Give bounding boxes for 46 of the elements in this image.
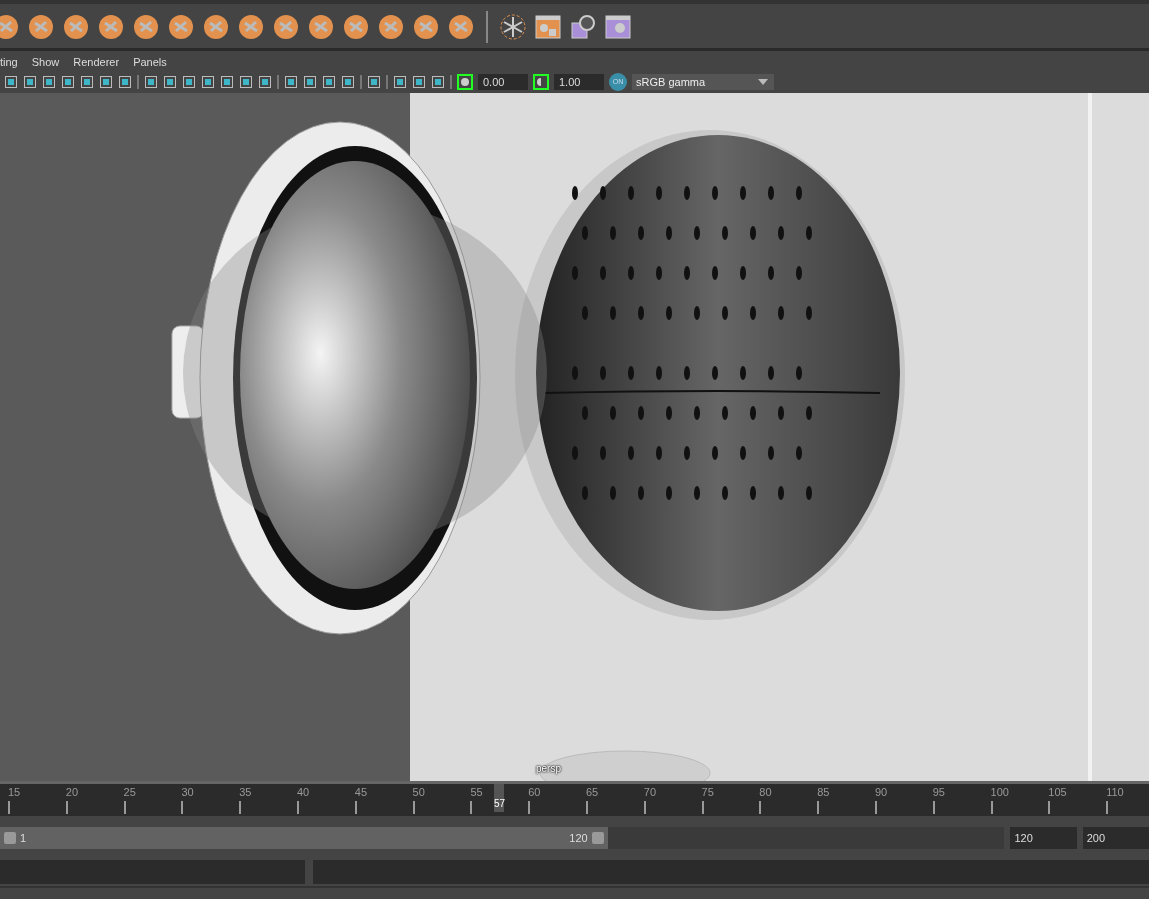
- frame-number: 40: [297, 786, 310, 798]
- frame-number: 50: [412, 786, 425, 798]
- playback-end-field[interactable]: 200: [1082, 827, 1149, 849]
- exposure-field[interactable]: 0.00: [478, 73, 528, 90]
- frame-number: 15: [8, 786, 21, 798]
- square-icon[interactable]: [341, 74, 355, 89]
- frame-number: 85: [817, 786, 830, 798]
- range-end: 120: [569, 832, 588, 844]
- slider-handle[interactable]: [591, 832, 604, 844]
- window-icon[interactable]: [604, 13, 632, 41]
- range-start: 1: [20, 832, 27, 844]
- range-slider[interactable]: 1 120: [0, 827, 1005, 849]
- gamma-field[interactable]: 1.00: [554, 73, 604, 90]
- shapes-icon[interactable]: [569, 13, 597, 41]
- frame-number: 100: [990, 786, 1009, 798]
- view-transform-dropdown[interactable]: sRGB gamma: [632, 73, 774, 90]
- frame-number: 70: [643, 786, 656, 798]
- animation-end-field[interactable]: 120: [1010, 827, 1077, 849]
- gamma-icon[interactable]: [533, 73, 549, 90]
- current-frame-marker[interactable]: 57: [494, 784, 505, 812]
- frame-number: 35: [239, 786, 252, 798]
- caret-icon: [758, 78, 768, 85]
- camera-label: persp: [536, 763, 561, 774]
- frame-number: 25: [123, 786, 136, 798]
- menu-item[interactable]: Renderer: [73, 56, 120, 68]
- frame-number: 105: [1048, 786, 1067, 798]
- menu-item[interactable]: ting: [0, 56, 18, 68]
- frame-number: 20: [65, 786, 79, 798]
- slider-handle[interactable]: [4, 832, 16, 844]
- frame-number: 110: [1106, 786, 1124, 798]
- frame-number: 65: [585, 786, 599, 798]
- frame-number: 80: [759, 786, 772, 798]
- frame-number: 95: [932, 786, 945, 798]
- frame-number: 75: [701, 786, 714, 798]
- exposure-icon[interactable]: [457, 73, 473, 90]
- menu-item[interactable]: Show: [31, 56, 60, 68]
- frame-number: 90: [874, 786, 888, 798]
- frame-number: 45: [354, 786, 368, 798]
- frame-number: 55: [470, 786, 483, 798]
- time-slider[interactable]: 15 20 25 30 35 40 45 50 55 60 65 70 75 80 85 90 95 100 105 110 57: [0, 781, 1149, 816]
- frame-number: 60: [528, 786, 541, 798]
- command-field[interactable]: [0, 860, 305, 884]
- frame-number: 30: [181, 786, 194, 798]
- menu-item[interactable]: Panels: [133, 56, 167, 68]
- window-icon[interactable]: [534, 13, 562, 41]
- square-icon[interactable]: [42, 74, 56, 89]
